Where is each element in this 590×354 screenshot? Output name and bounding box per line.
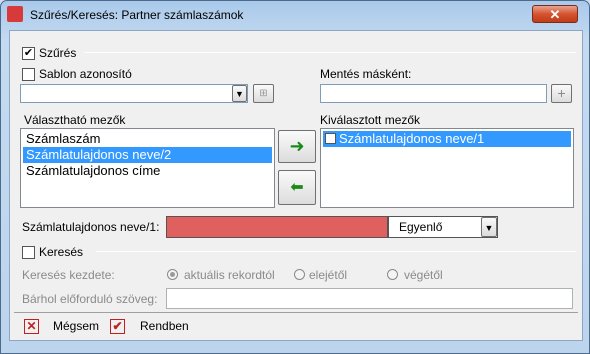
chevron-down-icon[interactable]: ▼: [232, 85, 247, 102]
template-tool-button[interactable]: ⊞: [253, 84, 274, 103]
condition-field-label: Számlatulajdonos neve/1:: [22, 220, 160, 234]
selected-fields-label: Kiválasztott mezők: [320, 113, 421, 127]
radio-from-start[interactable]: [294, 269, 305, 280]
ok-icon[interactable]: ✔: [110, 319, 125, 334]
arrow-right-icon: ➜: [289, 136, 305, 156]
search-group-label: Keresés: [39, 245, 84, 259]
dialog-window: Szűrés/Keresés: Partner számlaszámok ✕ ✔…: [0, 0, 590, 354]
radio-current-record[interactable]: [167, 269, 178, 280]
cancel-icon[interactable]: ✕: [24, 319, 39, 334]
radio-current-record-label: aktuális rekordtól: [184, 268, 275, 282]
filter-group-checkbox[interactable]: ✔: [22, 47, 35, 60]
save-as-input[interactable]: [320, 84, 547, 103]
filter-group-label: Szűrés: [39, 46, 77, 60]
list-item-label: Számlatulajdonos neve/1: [339, 131, 485, 146]
radio-from-end-label: végétől: [404, 268, 443, 282]
template-combobox[interactable]: ▼: [20, 84, 248, 103]
cancel-button[interactable]: Mégsem: [53, 319, 99, 333]
available-fields-list[interactable]: Számlaszám Számlatulajdonos neve/2 Száml…: [20, 128, 275, 208]
app-icon: [7, 6, 23, 22]
filter-group-divider: [84, 52, 576, 53]
ok-button[interactable]: Rendben: [140, 319, 189, 333]
chevron-down-icon[interactable]: ▼: [481, 217, 497, 237]
close-button[interactable]: ✕: [532, 5, 578, 23]
title-bar[interactable]: Szűrés/Keresés: Partner számlaszámok ✕: [1, 1, 589, 29]
list-item-checkbox[interactable]: [325, 133, 336, 144]
search-start-label: Keresés kezdete:: [22, 268, 115, 282]
arrow-left-icon: ⬅: [290, 179, 304, 196]
window-title: Szűrés/Keresés: Partner számlaszámok: [30, 8, 244, 22]
add-field-button[interactable]: ➜: [278, 130, 316, 163]
list-item[interactable]: Számlatulajdonos címe: [23, 163, 272, 179]
search-group-checkbox[interactable]: [22, 246, 35, 259]
list-item[interactable]: Számlatulajdonos neve/2: [23, 147, 272, 163]
search-group-divider: [96, 251, 576, 252]
template-checkbox[interactable]: [22, 68, 35, 81]
condition-value-input[interactable]: [166, 216, 388, 238]
condition-operator-select[interactable]: Egyenlő ▼: [388, 216, 498, 238]
remove-field-button[interactable]: ⬅: [278, 170, 316, 205]
condition-operator-value: Egyenlő: [399, 220, 443, 234]
save-as-label: Mentés másként:: [320, 67, 412, 81]
search-text-input[interactable]: [166, 288, 573, 309]
available-fields-label: Választható mezők: [24, 113, 126, 127]
dialog-client-area: ✔ Szűrés Sablon azonosító ▼ ⊞ Mentés más…: [9, 30, 583, 341]
footer-divider: [14, 312, 578, 313]
radio-from-end[interactable]: [387, 269, 398, 280]
radio-from-start-label: elejétől: [309, 268, 348, 282]
list-item[interactable]: Számlatulajdonos neve/1: [323, 131, 571, 147]
save-as-add-button[interactable]: +: [551, 84, 572, 103]
selected-fields-list[interactable]: Számlatulajdonos neve/1: [320, 128, 574, 208]
search-text-label: Bárhol előforduló szöveg:: [22, 292, 158, 306]
template-label: Sablon azonosító: [39, 67, 132, 81]
list-item[interactable]: Számlaszám: [23, 131, 272, 147]
